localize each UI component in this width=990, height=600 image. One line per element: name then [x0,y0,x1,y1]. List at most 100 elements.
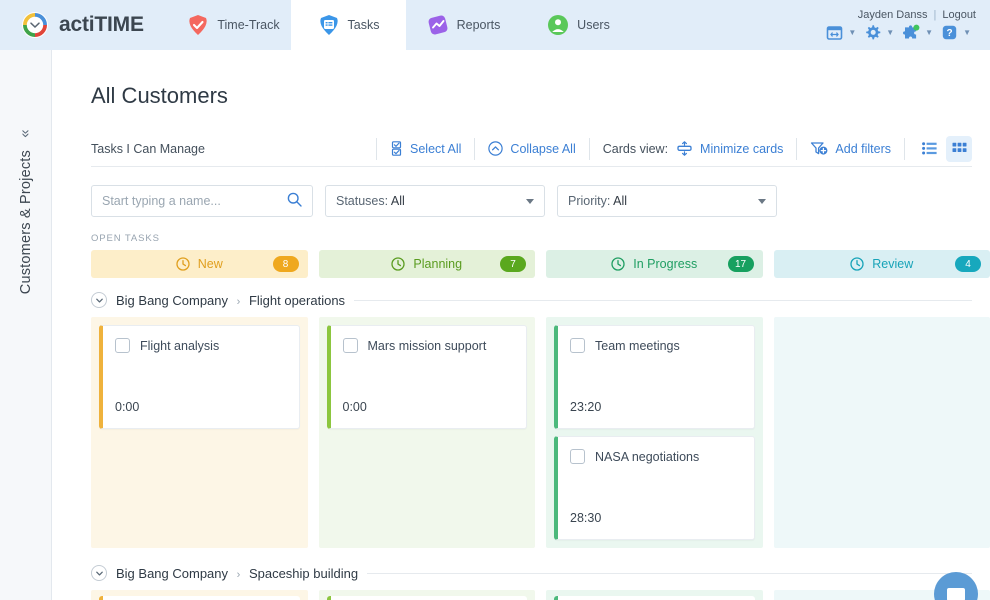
reports-icon [428,15,448,35]
integrations-chevron-down-icon[interactable]: ▼ [925,28,933,37]
select-all-icon [390,141,403,156]
task-board-group-2 [91,590,990,600]
minimize-cards-icon[interactable] [676,141,693,156]
chevron-down-icon[interactable] [526,198,534,204]
left-sidebar: » Customers & Projects [0,50,52,600]
help-chevron-down-icon[interactable]: ▼ [963,28,971,37]
group-breadcrumb[interactable]: Big Bang Company › Spaceship building [116,566,358,581]
task-card-top: Mars mission support [342,338,515,353]
logout-link[interactable]: Logout [942,9,976,21]
add-filters-icon [810,141,828,156]
scope-label: Tasks I Can Manage [91,141,205,156]
chevron-down-icon[interactable] [758,198,766,204]
group-header: Big Bang Company › Flight operations [91,292,972,308]
breadcrumb-separator: › [236,568,241,581]
select-all-label: Select All [410,141,462,156]
group-project: Spaceship building [248,565,359,581]
nav-item-tasks[interactable]: Tasks [291,0,406,50]
sidebar-expand-icon[interactable]: » [17,126,34,141]
clock-logo-icon [22,12,48,38]
clock-icon [176,257,190,271]
list-view-icon [921,142,937,155]
status-header-planning[interactable]: Planning 7 [318,250,535,278]
nav-item-users[interactable]: Users [521,0,636,50]
add-filters-label: Add filters [835,141,891,156]
help-question-icon[interactable]: ? [940,24,959,41]
status-header-in-progress[interactable]: In Progress 17 [546,250,763,278]
task-time: 28:30 [570,511,602,525]
search-placeholder: Start typing a name... [102,194,221,208]
task-time: 0:00 [342,400,367,414]
status-label-review: Review [872,257,914,271]
group-collapse-chevron-down-icon[interactable] [91,565,107,581]
view-toggle-group [905,135,972,162]
grid-view-toggle[interactable] [946,135,972,162]
task-title: Team meetings [595,338,680,353]
group-rule [367,572,972,574]
brand-logo[interactable]: actiTIME [0,0,176,50]
task-card[interactable]: NASA negotiations 28:30 [554,436,755,540]
users-icon [548,15,569,35]
task-checkbox[interactable] [342,338,358,353]
user-separator: | [933,9,937,21]
settings-gear-icon[interactable] [863,24,882,41]
statuses-value: All [390,194,405,208]
group-breadcrumb[interactable]: Big Bang Company › Flight operations [116,293,345,308]
board-column-in-progress [546,590,763,600]
add-filters-button[interactable]: Add filters [797,138,904,160]
status-count-planning: 7 [500,256,526,272]
nav-label-reports: Reports [456,18,501,32]
cards-view-control: Cards view: Minimize cards [590,138,797,160]
nav-item-time-track[interactable]: Time-Track [176,0,291,50]
priority-select[interactable]: Priority: All [557,185,777,217]
task-card[interactable]: Flight analysis 0:00 [99,325,300,429]
task-checkbox[interactable] [570,338,585,353]
task-card[interactable] [99,596,300,600]
list-view-toggle[interactable] [916,136,942,162]
tasks-icon [319,15,338,35]
task-card[interactable]: Team meetings 23:20 [554,325,755,429]
collapse-all-button[interactable]: Collapse All [475,138,588,160]
grid-view-icon [952,142,966,152]
status-header-review[interactable]: Review 4 [773,250,990,278]
group-rule [354,299,972,301]
statuses-select[interactable]: Statuses: All [325,185,545,217]
search-icon[interactable] [287,192,302,210]
nav-item-reports[interactable]: Reports [406,0,521,50]
cards-view-label: Cards view: [602,141,669,156]
board-column-planning [318,590,535,600]
status-label-new: New [197,257,223,271]
status-header-new[interactable]: New 8 [91,250,308,278]
chat-bubble-glyph [947,587,965,600]
integrations-puzzle-icon[interactable] [901,24,921,41]
task-card[interactable] [554,596,755,600]
brand-name: actiTIME [59,13,144,36]
statuses-label: Statuses: [336,194,389,208]
task-checkbox[interactable] [115,338,130,353]
status-column-new: New 8 [91,250,308,278]
task-title: Mars mission support [367,338,487,353]
settings-chevron-down-icon[interactable]: ▼ [886,28,894,37]
minimize-cards-label[interactable]: Minimize cards [700,142,783,156]
collapse-all-label: Collapse All [510,141,576,156]
status-column-headers: New 8 Planning 7 In Progress 17 Review 4 [91,250,990,278]
calendar-icon[interactable] [825,24,844,41]
status-label-planning: Planning [413,257,463,271]
board-column-planning: Mars mission support 0:00 [318,317,535,548]
board-column-new: Flight analysis 0:00 [91,317,308,548]
collapse-all-icon [488,141,504,156]
select-all-button[interactable]: Select All [377,138,474,160]
nav-label-users: Users [577,18,610,32]
task-card[interactable]: Mars mission support 0:00 [326,325,527,429]
task-card[interactable] [326,596,527,600]
sidebar-item-customers-projects[interactable]: Customers & Projects [18,150,34,294]
task-checkbox[interactable] [570,449,585,464]
group-collapse-chevron-down-icon[interactable] [91,292,107,308]
task-title: Flight analysis [140,338,220,353]
search-input[interactable]: Start typing a name... [91,185,313,217]
status-count-new: 8 [272,256,299,272]
board-column-in-progress: Team meetings 23:20 NASA negotiations 28… [546,317,763,548]
calendar-chevron-down-icon[interactable]: ▼ [848,28,856,37]
user-line: Jayden Danss | Logout [858,9,976,21]
priority-label: Priority: [568,194,611,208]
